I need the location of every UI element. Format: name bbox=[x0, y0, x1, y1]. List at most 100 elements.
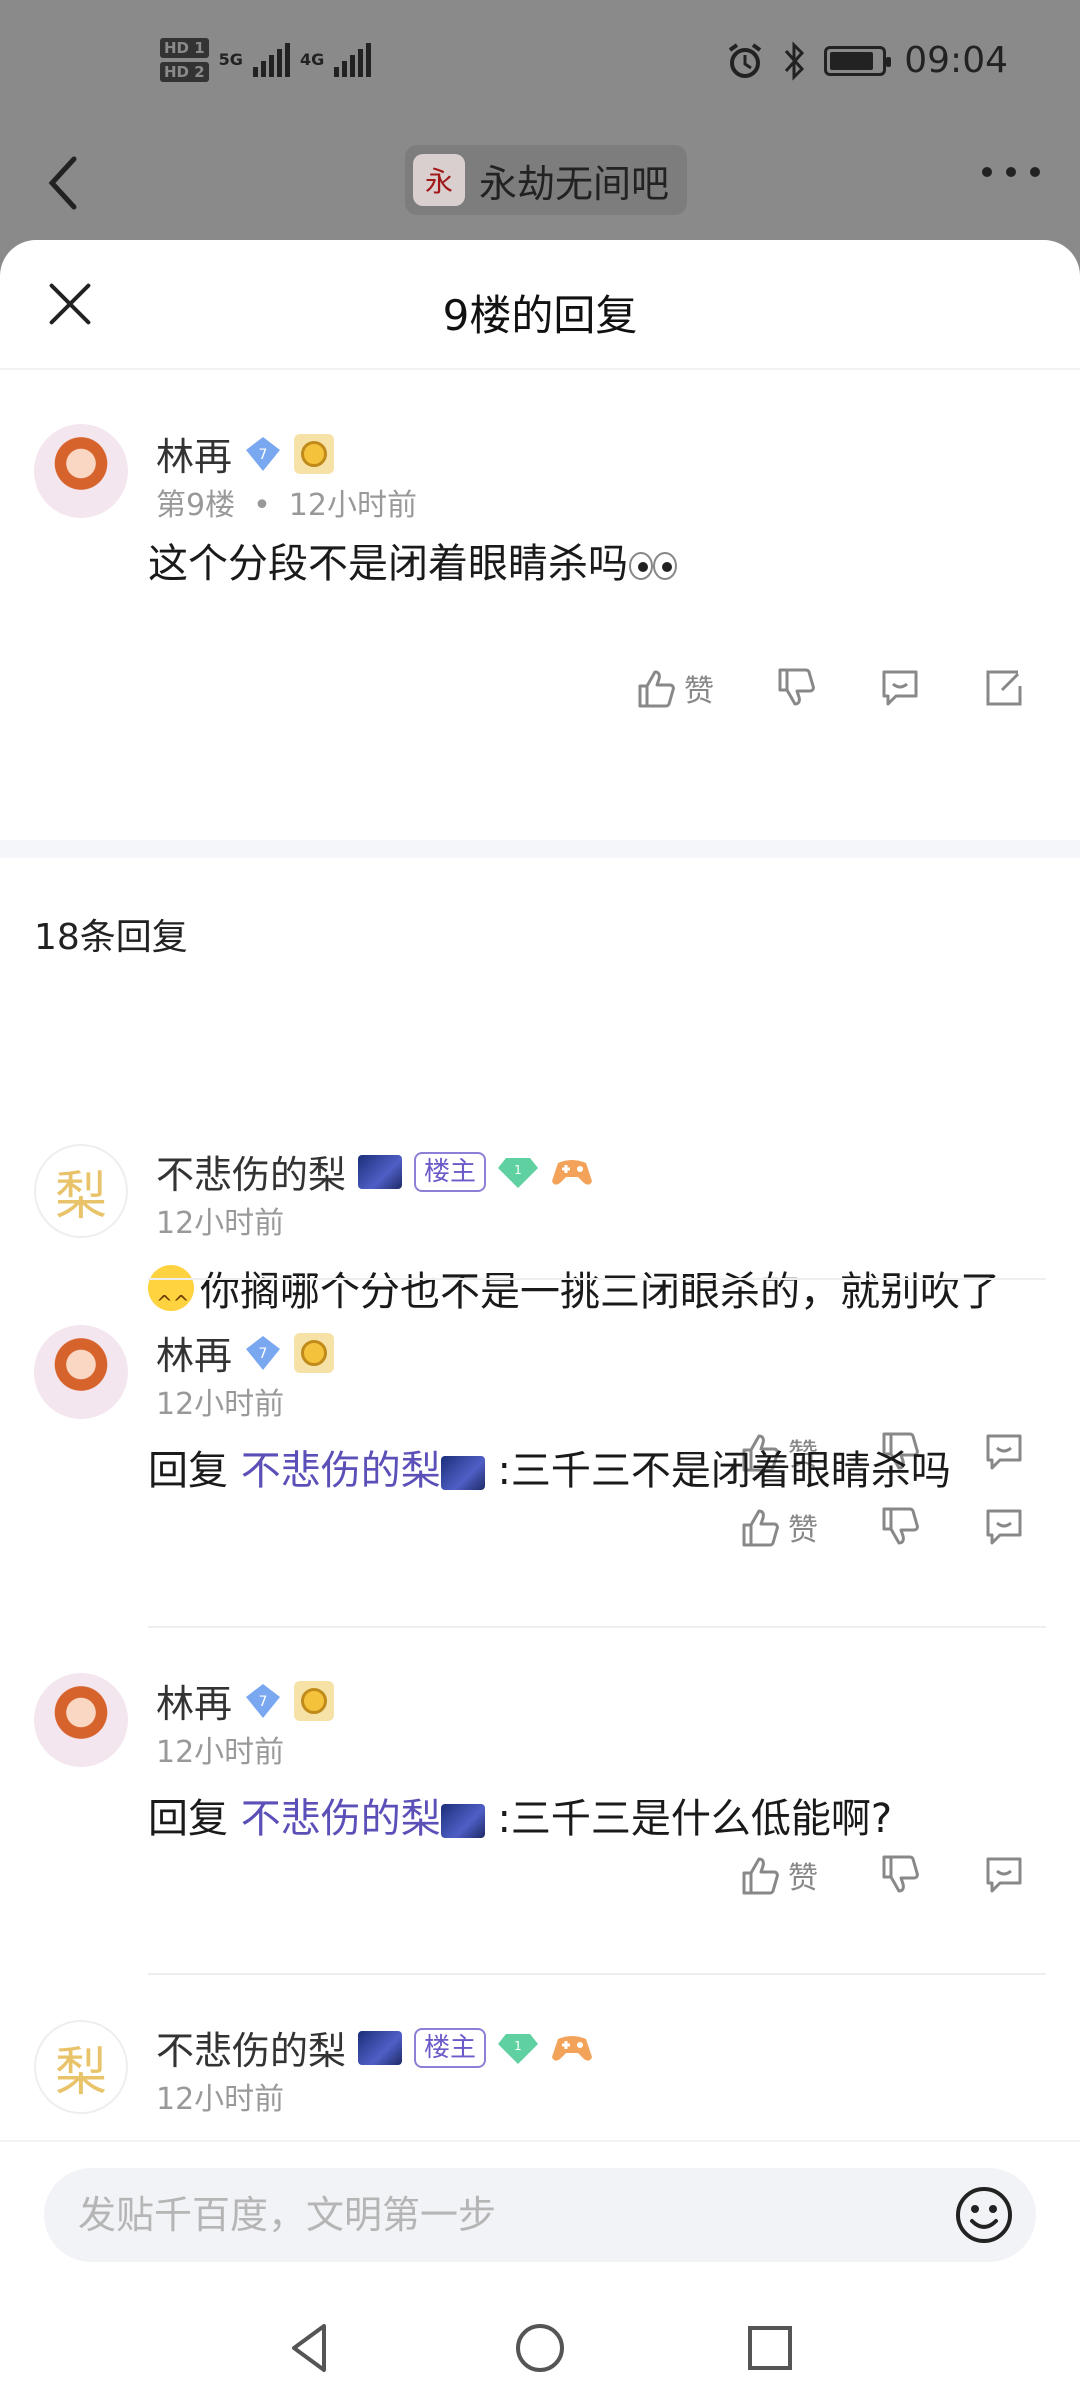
username[interactable]: 林再 bbox=[156, 426, 232, 481]
hd-voice-badge-2: HD 2 bbox=[160, 62, 209, 82]
reply-text: 你搁哪个分也不是一挑三闭眼杀的，就别吹了 bbox=[200, 1269, 1000, 1315]
separator-dot: • bbox=[253, 488, 271, 523]
svg-text:1: 1 bbox=[514, 1163, 522, 1177]
reply-time: 12小时前 bbox=[156, 1735, 285, 1770]
reply-body: 回复 不悲伤的梨 :三千三是什么低能啊? bbox=[148, 1783, 1040, 1855]
sheet-title: 9楼的回复 bbox=[442, 291, 638, 340]
comment-input[interactable] bbox=[78, 2168, 938, 2262]
reply-prefix: 回复 bbox=[148, 1796, 228, 1842]
reply-text: :三千三不是闭着眼睛杀吗 bbox=[497, 1448, 951, 1494]
section-divider bbox=[0, 840, 1080, 858]
divider bbox=[148, 1278, 1046, 1280]
post-body: 这个分段不是闭着眼睛杀吗 bbox=[148, 528, 1040, 600]
forum-title-pill[interactable]: 永 永劫无间吧 bbox=[405, 145, 688, 215]
comment-icon[interactable] bbox=[982, 1853, 1026, 1897]
owner-badge: 楼主 bbox=[414, 2027, 487, 2068]
reply-item: 梨 不悲伤的梨 楼主 1 12小时前 bbox=[0, 2020, 1080, 2140]
like-button[interactable]: 赞 bbox=[738, 1853, 818, 1897]
bluetooth-icon bbox=[785, 40, 805, 81]
like-label: 赞 bbox=[788, 1513, 818, 1548]
username[interactable]: 林再 bbox=[156, 1325, 232, 1380]
network-type-1: 5G bbox=[218, 50, 243, 69]
svg-text:1: 1 bbox=[514, 2039, 522, 2053]
gem-level-icon: 1 bbox=[498, 2033, 539, 2064]
network-indicators: HD 1 HD 2 5G 4G bbox=[160, 38, 372, 82]
medal-icon bbox=[294, 1680, 335, 1721]
avatar[interactable]: 梨 bbox=[34, 2020, 128, 2114]
nav-back-icon[interactable] bbox=[280, 2318, 340, 2378]
reply-actions: 赞 bbox=[738, 1505, 1026, 1549]
reply-actions: 赞 bbox=[738, 1853, 1026, 1897]
thumbs-down-icon[interactable] bbox=[878, 1505, 922, 1549]
reply-body: 你搁哪个分也不是一挑三闭眼杀的，就别吹了 bbox=[148, 1256, 1040, 1339]
comment-icon[interactable] bbox=[982, 1505, 1026, 1549]
reply-time: 12小时前 bbox=[156, 1387, 285, 1422]
divider bbox=[148, 1626, 1046, 1628]
reply-text: :三千三是什么低能啊? bbox=[497, 1796, 893, 1842]
forum-name: 永劫无间吧 bbox=[479, 161, 670, 206]
status-bar: HD 1 HD 2 5G 4G 09:04 bbox=[0, 0, 1080, 130]
username[interactable]: 林再 bbox=[156, 1673, 232, 1728]
avatar[interactable] bbox=[34, 1673, 128, 1767]
thumbs-down-icon[interactable] bbox=[878, 1853, 922, 1897]
nav-home-icon[interactable] bbox=[510, 2318, 570, 2378]
system-navigation-bar bbox=[0, 2300, 1080, 2400]
reply-item: 林再 7 12小时前 回复 不悲伤的梨 :三千三不是闭着眼睛杀吗 赞 bbox=[0, 1325, 1080, 1625]
level-badge-icon: 7 bbox=[246, 1683, 281, 1718]
thumbs-down-icon[interactable] bbox=[774, 666, 818, 710]
medal-icon bbox=[294, 433, 335, 474]
svg-text:7: 7 bbox=[259, 1694, 268, 1710]
thumbs-up-icon bbox=[742, 1509, 779, 1547]
avatar[interactable]: 梨 bbox=[34, 1144, 128, 1238]
reply-to-user-link[interactable]: 不悲伤的梨 bbox=[241, 1448, 441, 1494]
grin-emoji-icon bbox=[148, 1265, 194, 1339]
username[interactable]: 不悲伤的梨 bbox=[156, 1144, 346, 1199]
like-label: 赞 bbox=[684, 674, 714, 709]
night-sky-emoji-icon bbox=[358, 1154, 403, 1189]
gamepad-icon bbox=[552, 2035, 593, 2061]
eyes-emoji-icon bbox=[629, 552, 677, 580]
divider bbox=[148, 1973, 1046, 1975]
reply-time: 12小时前 bbox=[156, 2082, 285, 2117]
alarm-icon bbox=[729, 42, 762, 78]
forum-logo: 永 bbox=[413, 154, 465, 206]
like-button[interactable]: 赞 bbox=[634, 666, 714, 710]
like-label: 赞 bbox=[788, 1861, 818, 1896]
level-badge-icon: 7 bbox=[246, 1335, 281, 1370]
comment-input-container bbox=[44, 2168, 1036, 2262]
username[interactable]: 不悲伤的梨 bbox=[156, 2020, 346, 2075]
medal-icon bbox=[294, 1332, 335, 1373]
owner-badge: 楼主 bbox=[414, 1151, 487, 1192]
thumbs-up-icon bbox=[638, 670, 675, 708]
signal-icon-2 bbox=[334, 43, 372, 77]
back-arrow-icon[interactable] bbox=[44, 153, 84, 213]
svg-text:7: 7 bbox=[259, 1346, 268, 1362]
reply-prefix: 回复 bbox=[148, 1448, 228, 1494]
night-sky-emoji-icon bbox=[358, 2030, 403, 2065]
floor-number: 第9楼 bbox=[156, 488, 236, 523]
night-sky-emoji-icon bbox=[440, 1456, 485, 1490]
emoji-icon[interactable] bbox=[954, 2185, 1014, 2245]
avatar[interactable] bbox=[34, 1325, 128, 1419]
network-type-2: 4G bbox=[299, 50, 325, 69]
reply-time: 12小时前 bbox=[156, 1206, 285, 1241]
reply-body: 回复 不悲伤的梨 :三千三不是闭着眼睛杀吗 bbox=[148, 1435, 1040, 1507]
svg-text:7: 7 bbox=[259, 447, 268, 463]
night-sky-emoji-icon bbox=[440, 1804, 485, 1838]
more-options-icon[interactable] bbox=[982, 167, 1040, 177]
post-actions: 赞 bbox=[634, 666, 1026, 710]
like-button[interactable]: 赞 bbox=[738, 1505, 818, 1549]
comment-icon[interactable] bbox=[878, 666, 922, 710]
edit-icon[interactable] bbox=[982, 666, 1026, 710]
clock: 09:04 bbox=[904, 40, 1008, 81]
nav-recents-icon[interactable] bbox=[740, 2318, 800, 2378]
reply-to-user-link[interactable]: 不悲伤的梨 bbox=[241, 1796, 441, 1842]
floor-post: 林再 7 第9楼 • 12小时前 这个分段不是闭着眼睛杀吗 赞 bbox=[0, 370, 1080, 840]
gamepad-icon bbox=[552, 1159, 593, 1185]
battery-icon bbox=[824, 45, 892, 76]
hd-voice-badge-1: HD 1 bbox=[160, 38, 209, 58]
avatar[interactable] bbox=[34, 424, 128, 518]
thumbs-up-icon bbox=[742, 1857, 779, 1895]
replies-count: 18条回复 bbox=[34, 917, 188, 958]
comment-input-bar bbox=[0, 2140, 1080, 2300]
